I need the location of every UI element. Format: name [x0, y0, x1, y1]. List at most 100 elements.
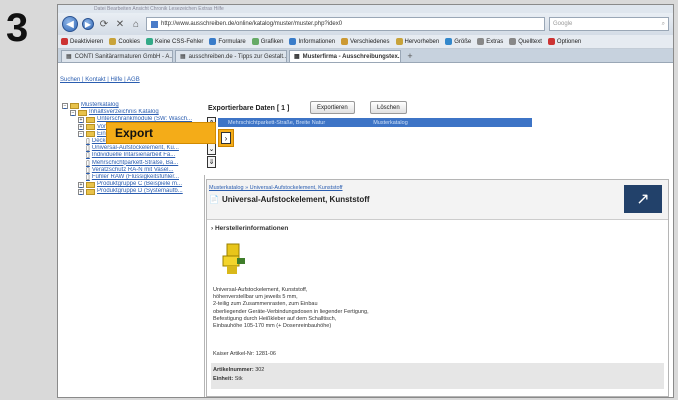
document-icon: ▯: [86, 152, 90, 160]
tree-item[interactable]: − Inhaltsverzeichnis Katalog: [62, 109, 202, 116]
toolbar-item-icon: [395, 38, 403, 45]
browser-tab[interactable]: ▦Musterfirma - Ausschreibungstex...×: [289, 50, 401, 62]
manufacturer-info-heading: › Herstellerinformationen: [211, 225, 289, 232]
browser-window: Datei Bearbeiten Ansicht Chronik Lesezei…: [57, 4, 674, 398]
search-field[interactable]: Google ⌕: [549, 17, 669, 31]
export-title: Exportierbare Daten [ 1 ]: [208, 105, 290, 112]
collapse-icon[interactable]: −: [78, 131, 84, 138]
description-line: Universal-Aufstockelement, Kunststoff,: [213, 287, 308, 293]
url-bar[interactable]: http://www.ausschreiben.de/online/katalo…: [146, 17, 545, 31]
detail-title: 📄 Universal-Aufstockelement, Kunststoff: [209, 195, 370, 204]
toolbar-item-icon: [61, 38, 68, 45]
export-row-selected[interactable]: Mehrschichtparkett-Straße, Breite Natur …: [218, 118, 532, 127]
new-tab-icon[interactable]: +: [403, 50, 417, 62]
home-icon[interactable]: ⌂: [130, 19, 142, 30]
row-catalog: Musterkatalog: [373, 119, 408, 126]
folder-icon: [86, 189, 95, 196]
tab-label: ausschreiben.de - Tipps zur Gestalt...: [188, 53, 287, 60]
chevron-right-icon[interactable]: ›: [221, 132, 231, 144]
reload-icon[interactable]: ⟳: [98, 19, 110, 30]
collapse-icon[interactable]: −: [70, 109, 76, 116]
collapse-icon[interactable]: −: [62, 102, 68, 109]
folder-icon: [78, 109, 87, 116]
toolbar-item-label: Verschiedenes: [350, 38, 390, 45]
toolbar-item-label: Keine CSS-Fehler: [155, 38, 204, 45]
tree-item-label: Produktgruppe D (Systemaufb...: [97, 188, 183, 195]
toolbar-item[interactable]: Quelltext: [509, 38, 542, 45]
toolbar-item[interactable]: Verschiedenes: [341, 38, 390, 45]
toolbar-item[interactable]: Formulare: [209, 38, 246, 45]
tree-item[interactable]: ▯ Fühler RAW (Flüssigkeitsfühler...: [62, 174, 202, 181]
browser-tab[interactable]: ▦ CONTI Sanitärarmaturen GmbH - A...: [61, 50, 173, 62]
toolbar-item-icon: [509, 38, 517, 45]
expand-icon[interactable]: +: [78, 124, 84, 131]
product-image: [222, 243, 245, 274]
document-icon: ▯: [86, 174, 90, 182]
browser-tab[interactable]: ▦ ausschreiben.de - Tipps zur Gestalt...: [175, 50, 287, 62]
back-icon[interactable]: ◀: [62, 16, 78, 32]
toolbar-item[interactable]: Hervorheben: [395, 38, 440, 45]
document-icon: ▯: [86, 138, 90, 146]
toolbar-item[interactable]: Keine CSS-Fehler: [146, 38, 203, 45]
tree-item-label: Produktgruppe C (Beispiele m...: [97, 181, 183, 188]
toolbar-item-icon: [547, 38, 555, 45]
toolbar-item[interactable]: Grafiken: [251, 38, 283, 45]
description-line: Einbauhöhe 105-170 mm (+ Dosenreinbauhöh…: [213, 323, 332, 330]
page-content: Suchen | Kontakt | Hilfe | AGB − Musterka…: [58, 77, 673, 397]
breadcrumb[interactable]: Musterkatalog » Universal-Aufstockelemen…: [209, 185, 343, 191]
detail-panel: Musterkatalog » Universal-Aufstockelemen…: [206, 179, 669, 397]
toolbar-item-label: Hervorheben: [404, 38, 440, 45]
tree-item[interactable]: ▯ Individuelle Intarsienarbeit Fa...: [62, 152, 202, 159]
detail-header: Musterkatalog » Universal-Aufstockelemen…: [207, 180, 668, 220]
toolbar-item[interactable]: Informationen: [289, 38, 335, 45]
search-icon[interactable]: ⌕: [662, 21, 665, 28]
tab-favicon-icon: ▦: [180, 54, 186, 60]
pane-divider[interactable]: [204, 175, 205, 397]
tree-item-label: Verätzschutz RA-N mit Vasel...: [91, 166, 174, 173]
stop-icon[interactable]: ✕: [114, 19, 126, 30]
expand-icon[interactable]: +: [78, 181, 84, 188]
webdev-toolbar: Deaktivieren Cookies Keine CSS-Fehler Formu…: [58, 35, 673, 49]
tree-item-label: Inhaltsverzeichnis Katalog: [89, 109, 159, 116]
product-info-box: Artikelnummer: 302 Einheit: Stk: [211, 363, 664, 389]
toolbar-item-label: Informationen: [298, 38, 336, 45]
toolbar-item[interactable]: Größe: [445, 38, 471, 45]
toolbar-item-label: Extras: [486, 38, 504, 45]
toolbar-item-icon: [341, 38, 349, 45]
share-arrow-icon[interactable]: ↗: [624, 185, 662, 213]
tab-bar: ▦ CONTI Sanitärarmaturen GmbH - A... ▦ auss…: [58, 49, 673, 63]
tab-favicon-icon: ▦: [294, 54, 300, 60]
row-name: Mehrschichtparkett-Straße, Breite Natur: [228, 119, 326, 126]
export-panel: Exportierbare Daten [ 1 ] Exportieren Lö…: [206, 101, 673, 179]
delete-button[interactable]: Löschen: [370, 101, 407, 114]
top-links[interactable]: Suchen | Kontakt | Hilfe | AGB: [60, 77, 140, 83]
expand-icon[interactable]: +: [78, 189, 84, 196]
tree-item[interactable]: ▯ Universal-Aufstockelement, Ku...: [62, 145, 202, 152]
tree-item[interactable]: ▯ Mehrschichtparkett-Straße, Ba...: [62, 160, 202, 167]
toolbar-item[interactable]: Cookies: [109, 38, 140, 45]
toolbar-item[interactable]: Deaktivieren: [61, 38, 103, 45]
tree-item-label: Fühler RAW (Flüssigkeitsfühler...: [91, 174, 179, 181]
move-down-icon[interactable]: ⌄: [207, 143, 216, 155]
toolbar-item-label: Cookies: [118, 38, 141, 45]
export-button[interactable]: Exportieren: [310, 101, 355, 114]
tree-item-label: Individuelle Intarsienarbeit Fa...: [91, 152, 176, 159]
detail-title-text: Universal-Aufstockelement, Kunststoff: [221, 195, 370, 204]
toolbar-item-icon: [477, 38, 485, 45]
menu-bar[interactable]: Datei Bearbeiten Ansicht Chronik Lesezei…: [58, 5, 673, 13]
einheit-value: Stk: [234, 376, 243, 382]
tree-item[interactable]: + Produktgruppe C (Beispiele m...: [62, 181, 202, 188]
expand-icon[interactable]: +: [78, 117, 84, 123]
toolbar-item-icon: [146, 38, 154, 45]
tree-item[interactable]: + Produktgruppe D (Systemaufb...: [62, 188, 202, 196]
toolbar-item[interactable]: Optionen: [547, 38, 581, 45]
tree-item[interactable]: − Musterkatalog: [62, 102, 202, 109]
toolbar-item[interactable]: Extras: [477, 38, 503, 45]
tree-item[interactable]: ▯ Verätzschutz RA-N mit Vasel...: [62, 167, 202, 174]
navigation-bar: ◀ ▶ ⟳ ✕ ⌂ http://www.ausschreiben.de/onl…: [58, 13, 673, 35]
description-line: 2-teilig zum Zusammenrasten, zum Einbau: [213, 301, 318, 308]
export-highlight[interactable]: ›: [218, 129, 234, 147]
move-bottom-icon[interactable]: ⇓: [207, 156, 216, 168]
forward-icon[interactable]: ▶: [82, 18, 94, 30]
tab-label: Musterfirma - Ausschreibungstex...: [302, 53, 401, 60]
